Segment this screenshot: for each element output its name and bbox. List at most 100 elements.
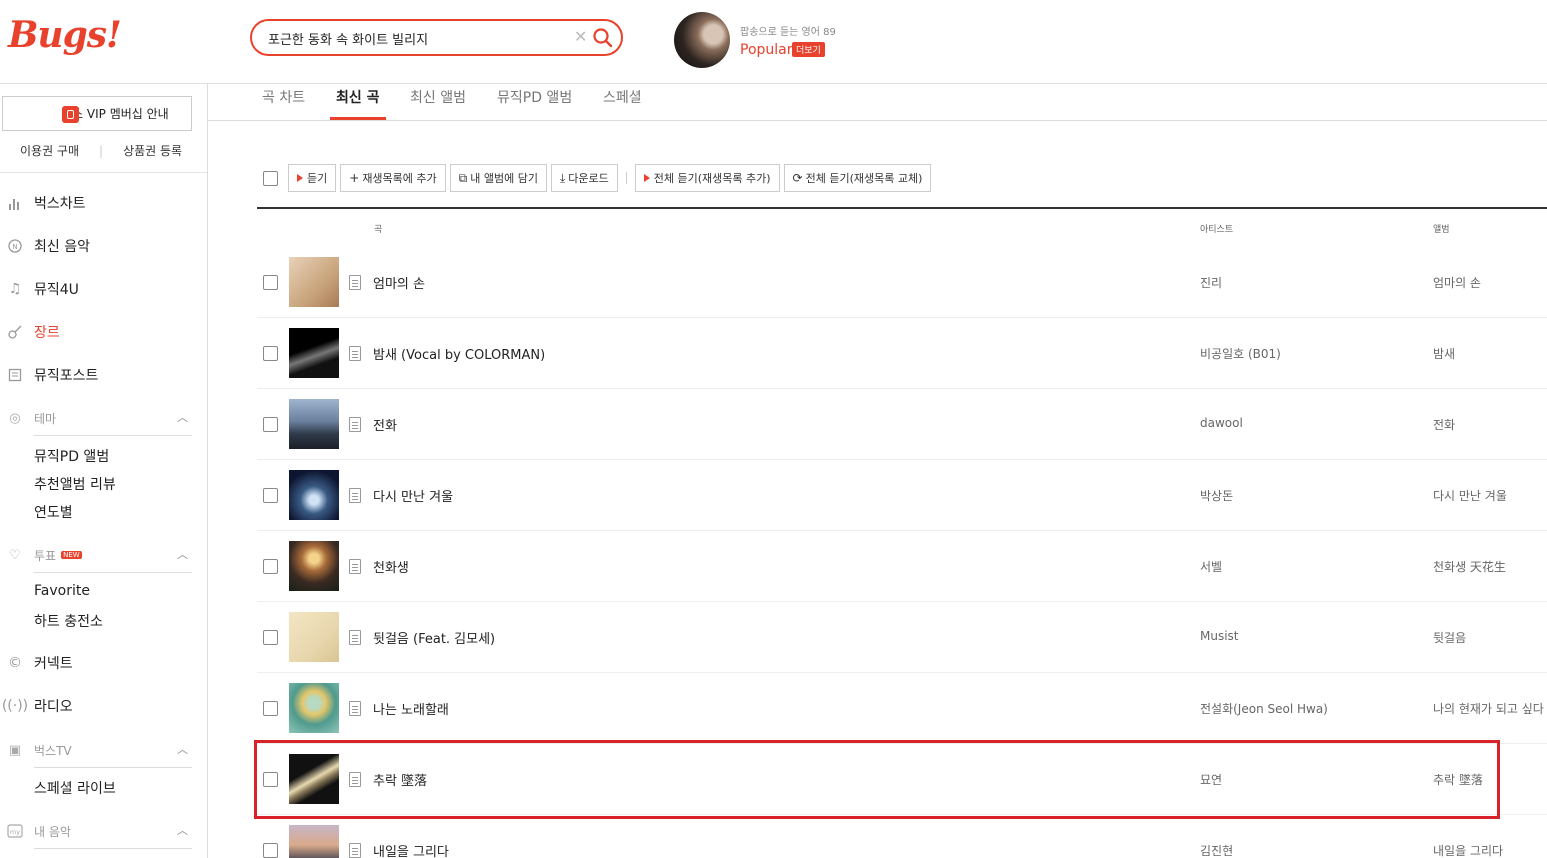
- song-album[interactable]: 엄마의 손: [1433, 274, 1481, 291]
- play-button[interactable]: 듣기: [288, 164, 337, 192]
- play-all-replace-button[interactable]: ⟳ 전체 듣기(재생목록 교체): [783, 164, 932, 192]
- clear-icon[interactable]: ✕: [574, 27, 587, 46]
- chevron-up-icon[interactable]: ︿: [177, 546, 188, 562]
- chevron-up-icon[interactable]: ︿: [177, 741, 188, 757]
- row-checkbox[interactable]: [263, 559, 278, 574]
- album-art[interactable]: [289, 399, 339, 449]
- song-artist[interactable]: 김진현: [1200, 842, 1233, 858]
- song-album[interactable]: 천화생 天花生: [1433, 558, 1506, 575]
- song-album[interactable]: 다시 만난 겨울: [1433, 487, 1507, 504]
- lyrics-icon[interactable]: [349, 346, 361, 361]
- song-title[interactable]: 내일을 그리다: [373, 841, 449, 858]
- chevron-up-icon[interactable]: ︿: [177, 822, 188, 838]
- song-title[interactable]: 엄마의 손: [373, 273, 425, 292]
- row-checkbox[interactable]: [263, 417, 278, 432]
- song-title[interactable]: 추락 墜落: [373, 770, 427, 789]
- promo-avatar[interactable]: [674, 12, 730, 68]
- song-album[interactable]: 밤새: [1433, 345, 1455, 362]
- sidebar-item-music4u[interactable]: ♫ 뮤직4U: [6, 278, 79, 300]
- row-checkbox[interactable]: [263, 843, 278, 858]
- lyrics-icon[interactable]: [349, 630, 361, 645]
- album-art[interactable]: [289, 754, 339, 804]
- row-checkbox[interactable]: [263, 275, 278, 290]
- tab-musicpd-albums[interactable]: 뮤직PD 앨범: [497, 87, 572, 107]
- lyrics-icon[interactable]: [349, 417, 361, 432]
- section-theme[interactable]: ◎ 테마 ︿: [6, 407, 192, 429]
- row-checkbox[interactable]: [263, 772, 278, 787]
- song-artist[interactable]: 묘연: [1200, 771, 1222, 788]
- song-artist[interactable]: 전설화(Jeon Seol Hwa): [1200, 700, 1328, 717]
- song-title[interactable]: 전화: [373, 415, 397, 434]
- album-art[interactable]: [289, 470, 339, 520]
- song-artist[interactable]: 박상돈: [1200, 487, 1233, 504]
- lyrics-icon[interactable]: [349, 701, 361, 716]
- play-all-add-button[interactable]: 전체 듣기(재생목록 추가): [634, 164, 780, 192]
- lyrics-icon[interactable]: [349, 559, 361, 574]
- sidebar-item-musicpost[interactable]: 뮤직포스트: [6, 364, 98, 386]
- sidebar-item-new-music[interactable]: N 최신 음악: [6, 235, 90, 257]
- bugs-logo[interactable]: Bugs!: [8, 14, 122, 56]
- song-album[interactable]: 전화: [1433, 416, 1455, 433]
- promo-more-badge[interactable]: 더보기: [792, 42, 825, 57]
- add-to-my-album-button[interactable]: ⧉ 내 앨범에 담기: [449, 164, 547, 192]
- download-button[interactable]: ⤓ 다운로드: [550, 164, 618, 192]
- table-row: 내일을 그리다 김진현 내일을 그리다: [257, 815, 1547, 858]
- song-artist[interactable]: 진리: [1200, 274, 1222, 291]
- bugs-vip-icon: [62, 106, 79, 123]
- song-album[interactable]: 뒷걸음: [1433, 629, 1466, 646]
- song-artist[interactable]: dawool: [1200, 416, 1243, 430]
- section-my-music[interactable]: my 내 음악 ︿: [6, 820, 192, 842]
- row-checkbox[interactable]: [263, 488, 278, 503]
- plus-icon: +: [349, 171, 360, 185]
- album-art[interactable]: [289, 825, 339, 858]
- sidebar-item-chart[interactable]: 벅스차트: [6, 192, 86, 214]
- lyrics-icon[interactable]: [349, 843, 361, 858]
- sidebar-item-connect[interactable]: © 커넥트: [6, 652, 73, 674]
- song-album[interactable]: 내일을 그리다: [1433, 842, 1503, 858]
- sidebar-item-album-review[interactable]: 추천앨범 리뷰: [34, 474, 116, 494]
- sidebar-item-heart-charge[interactable]: 하트 충전소: [34, 611, 103, 631]
- tab-latest-songs[interactable]: 최신 곡: [336, 87, 380, 107]
- song-title[interactable]: 천화생: [373, 557, 409, 576]
- song-album[interactable]: 추락 墜落: [1433, 771, 1483, 788]
- add-to-playlist-button[interactable]: + 재생목록에 추가: [340, 164, 446, 192]
- search-icon[interactable]: [592, 27, 614, 49]
- album-art[interactable]: [289, 257, 339, 307]
- album-art[interactable]: [289, 541, 339, 591]
- song-title[interactable]: 다시 만난 겨울: [373, 486, 453, 505]
- lyrics-icon[interactable]: [349, 488, 361, 503]
- sidebar-item-genre[interactable]: 장르: [6, 321, 60, 343]
- promo-title[interactable]: Popular: [740, 42, 793, 58]
- search-input[interactable]: [268, 28, 558, 48]
- album-art[interactable]: [289, 612, 339, 662]
- song-artist[interactable]: Musist: [1200, 629, 1239, 643]
- register-voucher-link[interactable]: 상품권 등록: [123, 142, 182, 159]
- album-art[interactable]: [289, 683, 339, 733]
- sidebar-item-by-year[interactable]: 연도별: [34, 502, 73, 522]
- select-all-checkbox[interactable]: [263, 170, 278, 186]
- row-checkbox[interactable]: [263, 701, 278, 716]
- album-art[interactable]: [289, 328, 339, 378]
- section-bugs-tv[interactable]: ▣ 벅스TV ︿: [6, 739, 192, 761]
- song-artist[interactable]: 비공일호 (B01): [1200, 345, 1281, 362]
- tab-song-chart[interactable]: 곡 차트: [262, 87, 305, 107]
- sidebar-item-special-live[interactable]: 스페셜 라이브: [34, 778, 116, 798]
- song-title[interactable]: 뒷걸음 (Feat. 김모세): [373, 628, 495, 647]
- tab-latest-albums[interactable]: 최신 앨범: [410, 87, 466, 107]
- row-checkbox[interactable]: [263, 346, 278, 361]
- song-title[interactable]: 나는 노래할래: [373, 699, 449, 718]
- buy-pass-link[interactable]: 이용권 구매: [20, 142, 79, 159]
- lyrics-icon[interactable]: [349, 772, 361, 787]
- lyrics-icon[interactable]: [349, 275, 361, 290]
- section-vote[interactable]: ♡ 투표 NEW ︿: [6, 544, 192, 566]
- vip-membership-button[interactable]: 벅스 VIP 멤버십 안내: [2, 96, 192, 131]
- sidebar-item-radio[interactable]: ((·)) 라디오: [2, 695, 73, 717]
- chevron-up-icon[interactable]: ︿: [177, 409, 188, 425]
- song-title[interactable]: 밤새 (Vocal by COLORMAN): [373, 344, 545, 363]
- sidebar-item-favorite[interactable]: Favorite: [34, 583, 90, 599]
- tab-special[interactable]: 스페셜: [603, 87, 642, 107]
- row-checkbox[interactable]: [263, 630, 278, 645]
- song-album[interactable]: 나의 현재가 되고 싶다: [1433, 700, 1544, 717]
- song-artist[interactable]: 서벨: [1200, 558, 1222, 575]
- sidebar-item-musicpd-album[interactable]: 뮤직PD 앨범: [34, 446, 109, 466]
